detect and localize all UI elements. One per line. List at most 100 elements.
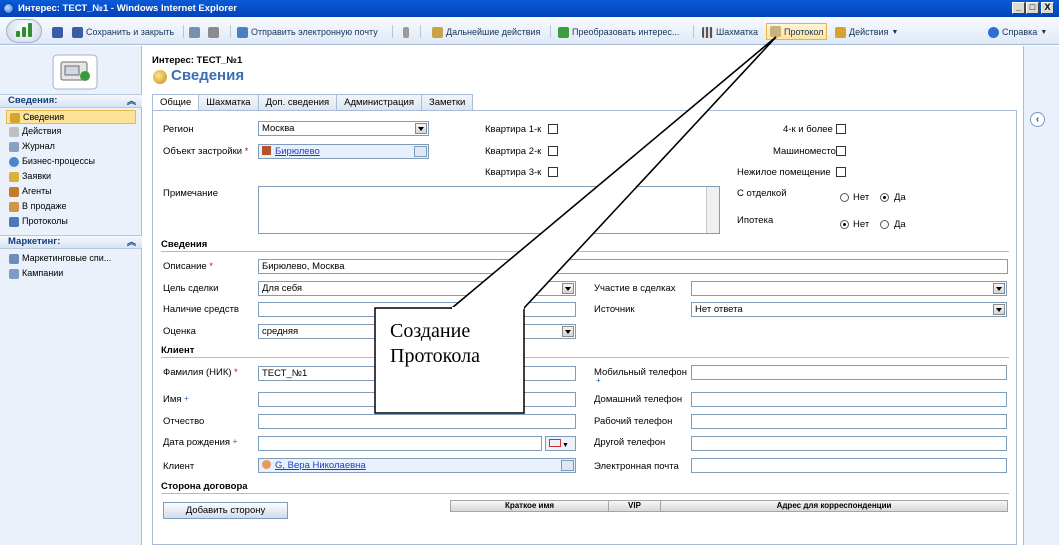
grid-col-shortname[interactable]: Краткое имя [451,501,609,511]
floppy-icon [52,26,63,38]
other-phone-input[interactable] [691,436,1007,451]
region-select[interactable]: Москва [258,121,429,136]
parking-label: Машиноместо [773,146,836,157]
mortgage-no-radio[interactable] [840,220,849,229]
nav-section-info-label: Сведения: [8,95,58,106]
middlename-input[interactable] [258,414,576,429]
apt4-checkbox[interactable] [836,124,846,134]
object-lookup[interactable]: Бирюлево [258,144,429,159]
minimize-button[interactable]: _ [1012,2,1025,14]
calendar-button[interactable]: ▼ [545,436,576,451]
chessboard-button[interactable]: Шахматка [702,25,758,39]
convert-button[interactable]: Преобразовать интерес... [558,25,679,39]
tab-additional[interactable]: Доп. сведения [257,94,338,110]
nav-item-protocols[interactable]: Протоколы [6,215,136,229]
nav-item-label: Заявки [22,171,52,181]
scrollbar[interactable] [706,187,719,233]
note-textarea[interactable] [258,186,720,234]
add-party-button[interactable]: Добавить сторону [163,502,288,519]
nav-item-requests[interactable]: Заявки [6,170,136,184]
collapse-icon[interactable]: ︽ [127,95,136,107]
section-divider [161,493,1009,494]
tab-chessboard[interactable]: Шахматка [198,94,259,110]
attach-button[interactable] [403,25,412,39]
process-icon [9,157,19,167]
dropdown-arrow-icon[interactable] [415,123,427,134]
grid-col-vip[interactable]: VIP [609,501,661,511]
convert-label: Преобразовать интерес... [572,27,680,37]
deals-label: Участие в сделках [594,283,676,294]
apt3-checkbox[interactable] [548,167,558,177]
goal-label: Цель сделки [163,283,219,294]
print-button[interactable] [208,25,222,39]
nav-item-activities[interactable]: Действия [6,125,136,139]
print-preview-button[interactable] [189,25,203,39]
work-input[interactable] [691,414,1007,429]
goal-select[interactable]: Для себя [258,281,576,296]
tab-notes[interactable]: Заметки [421,94,474,110]
desc-input[interactable]: Бирюлево, Москва [258,259,1008,274]
parking-checkbox[interactable] [836,146,846,156]
finishing-label: С отделкой [737,188,787,199]
grid-col-address[interactable]: Адрес для корреспонденции [661,501,1007,511]
home-input[interactable] [691,392,1007,407]
client-link[interactable]: G, Вера Николаевна [275,460,366,471]
next-actions-button[interactable]: Дальнейшие действия [432,25,540,39]
maximize-button[interactable]: □ [1026,2,1039,14]
region-value: Москва [262,123,295,134]
help-button[interactable]: Справка ▼ [988,25,1047,39]
chessboard-icon [702,26,713,38]
lookup-icon[interactable] [561,460,574,471]
tab-general[interactable]: Общие [152,94,200,111]
dropdown-arrow-icon[interactable] [562,326,574,337]
nav-item-agents[interactable]: Агенты [6,185,136,199]
birth-input[interactable] [258,436,542,451]
funds-input[interactable] [258,302,576,317]
actions-button[interactable]: Действия ▼ [835,25,898,39]
object-link[interactable]: Бирюлево [275,146,320,157]
nav-item-label: Маркетинговые спи... [22,253,112,263]
finishing-yes-radio[interactable] [880,193,889,202]
apt1-checkbox[interactable] [548,124,558,134]
dropdown-arrow-icon[interactable] [562,283,574,294]
collapse-icon[interactable]: ︽ [127,236,136,248]
mortgage-yes-radio[interactable] [880,220,889,229]
collapse-panel-icon[interactable]: ‹ [1030,112,1045,127]
lookup-icon[interactable] [414,146,427,157]
nonres-checkbox[interactable] [836,167,846,177]
email-input[interactable] [691,458,1007,473]
send-email-button[interactable]: Отправить электронную почту [237,25,378,39]
finishing-no-radio[interactable] [840,193,849,202]
nav-item-info[interactable]: Сведения [6,110,136,124]
tab-administration[interactable]: Администрация [336,94,422,110]
protocol-button[interactable]: Протокол [766,23,828,40]
nonres-label: Нежилое помещение [737,167,831,178]
dropdown-arrow-icon[interactable] [993,283,1005,294]
nav-item-journal[interactable]: Журнал [6,140,136,154]
window-titlebar: Интерес: ТЕСТ_№1 - Windows Internet Expl… [0,0,1059,17]
help-label: Справка [1002,27,1038,37]
dropdown-arrow-icon[interactable] [993,304,1005,315]
apt2-checkbox[interactable] [548,146,558,156]
nav-item-on-sale[interactable]: В продаже [6,200,136,214]
client-lookup[interactable]: G, Вера Николаевна [258,458,576,473]
nav-item-business-processes[interactable]: Бизнес-процессы [6,155,136,169]
record-icon [153,70,167,84]
section-client-title: Клиент [161,345,195,356]
activities-icon [9,127,19,137]
note-label: Примечание [163,188,218,199]
close-button[interactable]: X [1041,2,1054,14]
firstname-input[interactable] [258,392,576,407]
deals-select[interactable] [691,281,1007,296]
save-close-button[interactable]: Сохранить и закрыть [72,25,174,39]
nav-section-info[interactable]: Сведения: ︽ [0,94,142,108]
nav-item-label: Журнал [22,141,55,151]
mobile-input[interactable] [691,365,1007,380]
nav-section-marketing[interactable]: Маркетинг: ︽ [0,235,142,249]
save-button[interactable] [52,25,66,39]
nav-item-campaigns[interactable]: Кампании [6,267,136,281]
source-select[interactable]: Нет ответа [691,302,1007,317]
protocols-icon [9,217,19,227]
paperclip-icon [403,26,409,38]
nav-item-marketing-lists[interactable]: Маркетинговые спи... [6,252,136,266]
